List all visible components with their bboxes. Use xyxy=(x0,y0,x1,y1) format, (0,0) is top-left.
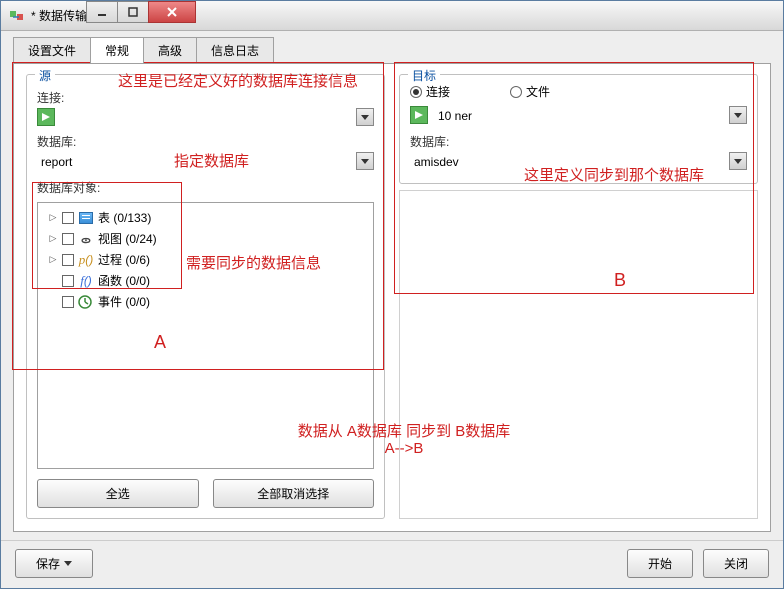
close-dialog-button[interactable]: 关闭 xyxy=(703,549,769,578)
tree-item-functions[interactable]: f() 函数 (0/0) xyxy=(42,270,369,291)
titlebar-title: * 数据传输 xyxy=(31,7,87,24)
expand-icon[interactable] xyxy=(48,234,58,244)
object-tree[interactable]: 表 (0/133) ᯣ 视图 (0/24) p() 过程 xyxy=(37,202,374,469)
deselect-all-button[interactable]: 全部取消选择 xyxy=(213,479,375,508)
checkbox[interactable] xyxy=(62,233,74,245)
checkbox[interactable] xyxy=(62,212,74,224)
target-fieldset: 目标 连接 文件 10 xyxy=(399,74,758,184)
target-column: 目标 连接 文件 10 xyxy=(399,74,758,519)
source-fieldset: 源 连接: 数据库: report 数据库对象: xyxy=(26,74,385,519)
target-db-value: amisdev xyxy=(410,152,729,172)
chevron-down-icon[interactable] xyxy=(729,106,747,124)
source-legend: 源 xyxy=(35,67,55,84)
chevron-down-icon[interactable] xyxy=(356,108,374,126)
source-db-value: report xyxy=(37,152,356,172)
procedure-icon: p() xyxy=(78,253,94,267)
table-icon xyxy=(78,211,94,225)
tab-content: 源 连接: 数据库: report 数据库对象: xyxy=(13,63,771,532)
tab-settings-file[interactable]: 设置文件 xyxy=(13,37,91,63)
expand-icon xyxy=(48,276,58,286)
db-connection-icon xyxy=(410,106,428,124)
tree-item-procedures[interactable]: p() 过程 (0/6) xyxy=(42,249,369,270)
source-db-label: 数据库: xyxy=(37,133,374,150)
checkbox[interactable] xyxy=(62,254,74,266)
select-all-button[interactable]: 全选 xyxy=(37,479,199,508)
source-conn-label: 连接: xyxy=(37,89,374,106)
expand-icon[interactable] xyxy=(48,213,58,223)
view-icon: ᯣ xyxy=(78,232,94,246)
tab-advanced[interactable]: 高级 xyxy=(143,37,197,63)
chevron-down-icon[interactable] xyxy=(729,152,747,170)
radio-icon xyxy=(410,86,422,98)
radio-label: 连接 xyxy=(426,83,450,100)
source-obj-label: 数据库对象: xyxy=(37,179,374,196)
source-conn-value xyxy=(61,108,356,126)
tab-general[interactable]: 常规 xyxy=(90,37,144,63)
target-conn-select[interactable]: 10 ner xyxy=(410,106,747,127)
target-legend: 目标 xyxy=(408,67,440,84)
select-buttons: 全选 全部取消选择 xyxy=(37,479,374,508)
tree-label: 表 (0/133) xyxy=(98,209,151,226)
target-type-radio: 连接 文件 xyxy=(410,83,747,100)
function-icon: f() xyxy=(78,274,94,288)
window-buttons xyxy=(87,1,196,23)
tree-item-events[interactable]: 事件 (0/0) xyxy=(42,291,369,312)
maximize-button[interactable] xyxy=(117,1,149,23)
titlebar: * 数据传输 xyxy=(1,1,783,31)
tree-item-views[interactable]: ᯣ 视图 (0/24) xyxy=(42,228,369,249)
start-label: 开始 xyxy=(648,555,672,572)
start-button[interactable]: 开始 xyxy=(627,549,693,578)
expand-icon xyxy=(48,297,58,307)
checkbox[interactable] xyxy=(62,296,74,308)
chevron-down-icon xyxy=(64,561,72,566)
event-icon xyxy=(78,295,94,309)
app-window: * 数据传输 设置文件 常规 高级 信息日志 源 连接: xyxy=(0,0,784,589)
tab-bar: 设置文件 常规 高级 信息日志 xyxy=(1,31,783,63)
tab-log[interactable]: 信息日志 xyxy=(196,37,274,63)
target-placeholder xyxy=(399,190,758,519)
save-label: 保存 xyxy=(36,555,60,572)
expand-icon[interactable] xyxy=(48,255,58,265)
tree-item-tables[interactable]: 表 (0/133) xyxy=(42,207,369,228)
radio-icon xyxy=(510,86,522,98)
tree-label: 函数 (0/0) xyxy=(98,272,150,289)
checkbox[interactable] xyxy=(62,275,74,287)
bottom-bar: 保存 开始 关闭 xyxy=(1,540,783,588)
db-connection-icon xyxy=(37,108,55,126)
radio-label: 文件 xyxy=(526,83,550,100)
tree-label: 视图 (0/24) xyxy=(98,230,157,247)
target-conn-value: 10 ner xyxy=(434,106,729,126)
tree-label: 事件 (0/0) xyxy=(98,293,150,310)
columns: 源 连接: 数据库: report 数据库对象: xyxy=(26,74,758,519)
app-icon xyxy=(9,8,25,24)
source-column: 源 连接: 数据库: report 数据库对象: xyxy=(26,74,385,519)
save-button[interactable]: 保存 xyxy=(15,549,93,578)
radio-file[interactable]: 文件 xyxy=(510,83,550,100)
radio-connection[interactable]: 连接 xyxy=(410,83,450,100)
source-conn-select[interactable] xyxy=(37,108,374,127)
close-label: 关闭 xyxy=(724,555,748,572)
tree-label: 过程 (0/6) xyxy=(98,251,150,268)
source-db-select[interactable]: report xyxy=(37,152,374,173)
target-db-select[interactable]: amisdev xyxy=(410,152,747,173)
close-button[interactable] xyxy=(148,1,196,23)
minimize-button[interactable] xyxy=(86,1,118,23)
target-db-label: 数据库: xyxy=(410,133,747,150)
chevron-down-icon[interactable] xyxy=(356,152,374,170)
